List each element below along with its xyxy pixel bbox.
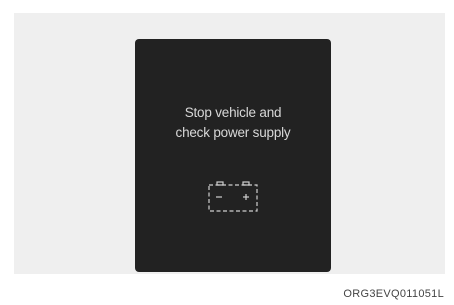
warning-message: Stop vehicle and check power supply: [135, 103, 331, 143]
cluster-display: Stop vehicle and check power supply: [135, 39, 331, 272]
warning-message-line-1: Stop vehicle and: [184, 105, 282, 120]
figure-code: ORG3EVQ011051L: [343, 288, 444, 300]
warning-message-line-2: check power supply: [175, 125, 291, 140]
battery-icon: [208, 181, 258, 212]
